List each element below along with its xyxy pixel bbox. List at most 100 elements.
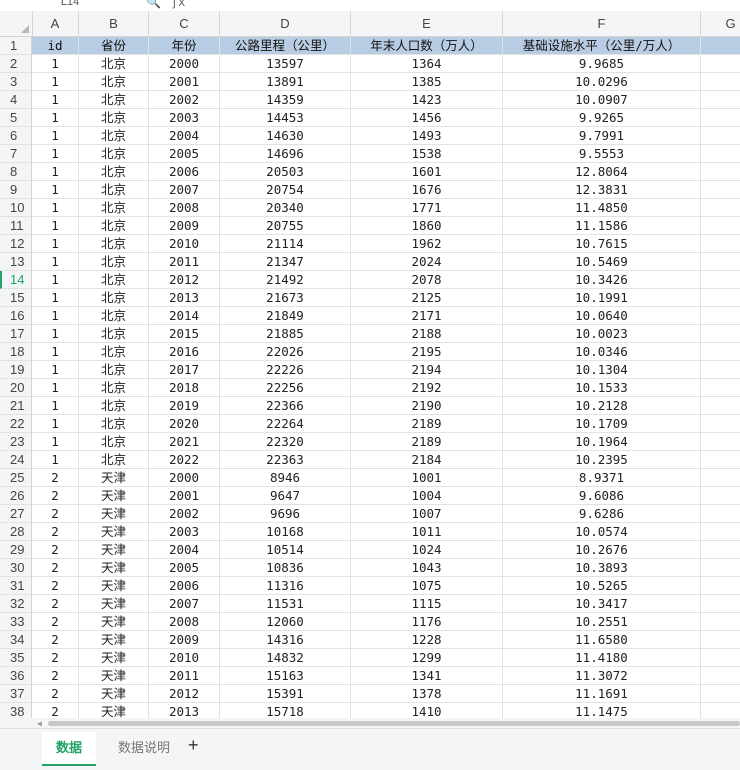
cell-infrastructure-level[interactable]: 11.1691 <box>503 685 701 703</box>
cell-id[interactable]: 1 <box>32 397 79 415</box>
cell-year[interactable]: 2012 <box>149 685 220 703</box>
cell-province[interactable]: 北京 <box>79 109 149 127</box>
cell-infrastructure-level[interactable]: 8.9371 <box>503 469 701 487</box>
cell-year[interactable]: 2005 <box>149 559 220 577</box>
cell-year[interactable]: 2018 <box>149 379 220 397</box>
cell-road-km[interactable]: 20754 <box>220 181 351 199</box>
row-number[interactable]: 27 <box>0 505 32 523</box>
row-number[interactable]: 21 <box>0 397 32 415</box>
cell-population[interactable]: 1007 <box>351 505 503 523</box>
cell-population[interactable]: 1075 <box>351 577 503 595</box>
empty-cell[interactable] <box>701 127 740 145</box>
cell-id[interactable]: 2 <box>32 631 79 649</box>
cell-year[interactable]: 2002 <box>149 91 220 109</box>
cell-infrastructure-level[interactable]: 10.2676 <box>503 541 701 559</box>
cell-population[interactable]: 2195 <box>351 343 503 361</box>
empty-cell[interactable] <box>701 451 740 469</box>
cell-province[interactable]: 北京 <box>79 145 149 163</box>
cell-id[interactable]: 2 <box>32 649 79 667</box>
empty-cell[interactable] <box>701 145 740 163</box>
cell-road-km[interactable]: 21347 <box>220 253 351 271</box>
cell-infrastructure-level[interactable]: 10.2128 <box>503 397 701 415</box>
row-number[interactable]: 12 <box>0 235 32 253</box>
cell-year[interactable]: 2011 <box>149 253 220 271</box>
empty-cell[interactable] <box>701 487 740 505</box>
header-cell[interactable]: 省份 <box>79 37 149 55</box>
cell-infrastructure-level[interactable]: 10.0346 <box>503 343 701 361</box>
cell-id[interactable]: 1 <box>32 181 79 199</box>
cell-infrastructure-level[interactable]: 9.9685 <box>503 55 701 73</box>
row-number[interactable]: 33 <box>0 613 32 631</box>
empty-cell[interactable] <box>701 505 740 523</box>
empty-cell[interactable] <box>701 91 740 109</box>
cell-year[interactable]: 2009 <box>149 217 220 235</box>
cell-population[interactable]: 2184 <box>351 451 503 469</box>
column-header-f[interactable]: F <box>503 11 701 36</box>
empty-cell[interactable] <box>701 559 740 577</box>
cell-province[interactable]: 天津 <box>79 541 149 559</box>
cell-id[interactable]: 1 <box>32 127 79 145</box>
row-number[interactable]: 3 <box>0 73 32 91</box>
cell-road-km[interactable]: 15718 <box>220 703 351 718</box>
row-number[interactable]: 1 <box>0 37 32 55</box>
empty-cell[interactable] <box>701 55 740 73</box>
row-number[interactable]: 18 <box>0 343 32 361</box>
cell-year[interactable]: 2007 <box>149 181 220 199</box>
empty-cell[interactable] <box>701 523 740 541</box>
horizontal-scrollbar[interactable]: ◀ <box>0 718 740 728</box>
empty-cell[interactable] <box>701 37 740 55</box>
empty-cell[interactable] <box>701 235 740 253</box>
cell-province[interactable]: 北京 <box>79 433 149 451</box>
sheet-tab-data[interactable]: 数据 <box>42 732 97 766</box>
cell-population[interactable]: 2192 <box>351 379 503 397</box>
cell-population[interactable]: 1676 <box>351 181 503 199</box>
cell-province[interactable]: 北京 <box>79 199 149 217</box>
cell-population[interactable]: 1456 <box>351 109 503 127</box>
cell-id[interactable]: 1 <box>32 271 79 289</box>
empty-cell[interactable] <box>701 595 740 613</box>
cell-road-km[interactable]: 21673 <box>220 289 351 307</box>
cell-year[interactable]: 2016 <box>149 343 220 361</box>
cell-year[interactable]: 2003 <box>149 523 220 541</box>
empty-cell[interactable] <box>701 343 740 361</box>
row-number[interactable]: 14 <box>0 271 32 289</box>
header-cell[interactable]: 年末人口数（万人） <box>351 37 503 55</box>
row-number[interactable]: 34 <box>0 631 32 649</box>
cell-population[interactable]: 1228 <box>351 631 503 649</box>
cell-road-km[interactable]: 14316 <box>220 631 351 649</box>
cell-road-km[interactable]: 12060 <box>220 613 351 631</box>
cell-province[interactable]: 北京 <box>79 73 149 91</box>
column-header-d[interactable]: D <box>220 11 351 36</box>
cell-id[interactable]: 1 <box>32 73 79 91</box>
row-number[interactable]: 28 <box>0 523 32 541</box>
cell-road-km[interactable]: 22026 <box>220 343 351 361</box>
cell-population[interactable]: 1962 <box>351 235 503 253</box>
cell-road-km[interactable]: 22320 <box>220 433 351 451</box>
cell-road-km[interactable]: 22366 <box>220 397 351 415</box>
cell-province[interactable]: 北京 <box>79 343 149 361</box>
cell-province[interactable]: 北京 <box>79 271 149 289</box>
cell-population[interactable]: 1043 <box>351 559 503 577</box>
cell-id[interactable]: 1 <box>32 343 79 361</box>
cell-id[interactable]: 2 <box>32 505 79 523</box>
empty-cell[interactable] <box>701 397 740 415</box>
column-header-c[interactable]: C <box>149 11 220 36</box>
cell-year[interactable]: 2005 <box>149 145 220 163</box>
row-number[interactable]: 19 <box>0 361 32 379</box>
row-number[interactable]: 15 <box>0 289 32 307</box>
cell-province[interactable]: 北京 <box>79 397 149 415</box>
cell-infrastructure-level[interactable]: 11.4180 <box>503 649 701 667</box>
row-number[interactable]: 36 <box>0 667 32 685</box>
sheet-tab-description[interactable]: 数据说明 <box>104 732 184 764</box>
cell-province[interactable]: 北京 <box>79 325 149 343</box>
cell-population[interactable]: 2171 <box>351 307 503 325</box>
row-number[interactable]: 26 <box>0 487 32 505</box>
empty-cell[interactable] <box>701 307 740 325</box>
cell-id[interactable]: 2 <box>32 541 79 559</box>
empty-cell[interactable] <box>701 73 740 91</box>
cell-id[interactable]: 1 <box>32 289 79 307</box>
cell-year[interactable]: 2000 <box>149 469 220 487</box>
row-number[interactable]: 37 <box>0 685 32 703</box>
cell-year[interactable]: 2008 <box>149 613 220 631</box>
cell-infrastructure-level[interactable]: 11.1475 <box>503 703 701 718</box>
